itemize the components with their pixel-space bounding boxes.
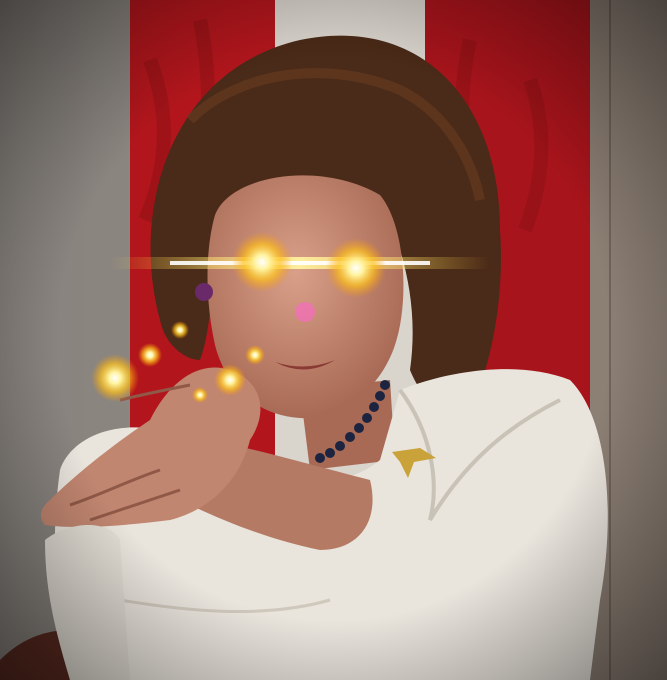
photo-scene: [0, 0, 667, 680]
vignette: [0, 0, 667, 680]
